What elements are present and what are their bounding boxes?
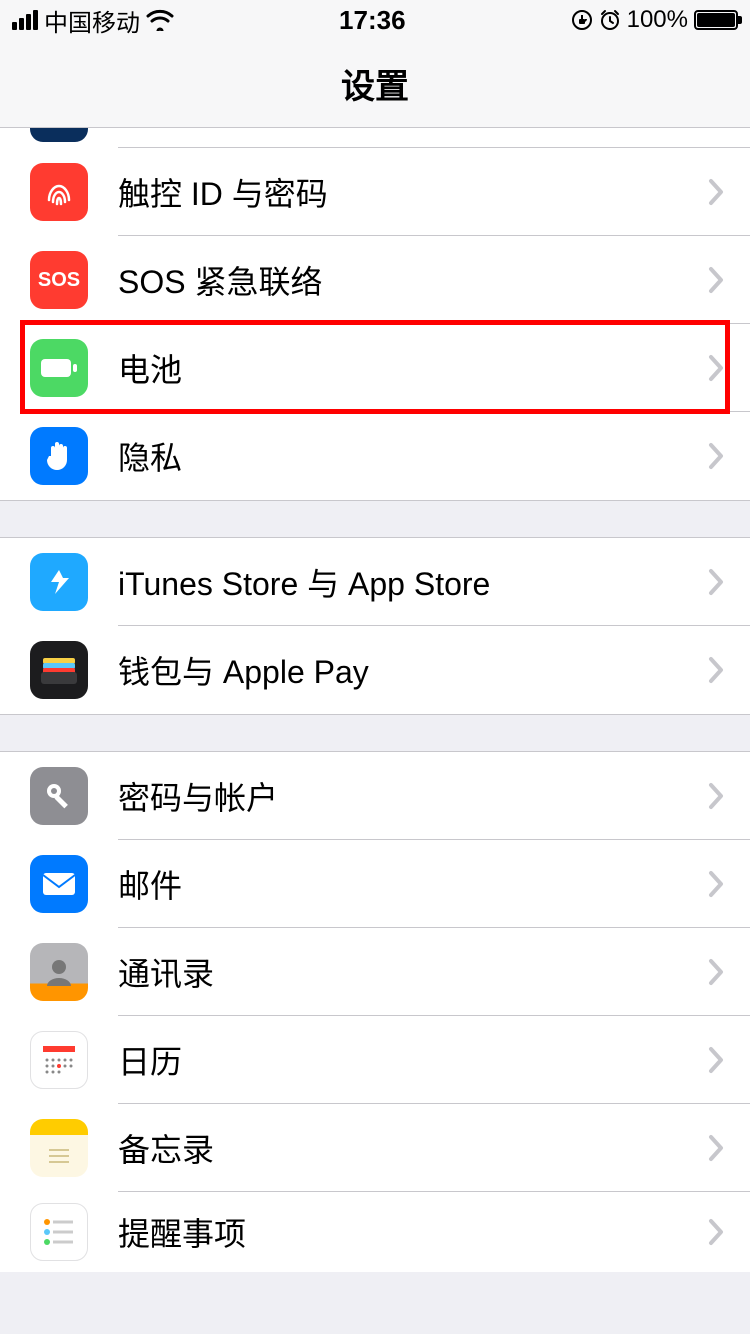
- row-notes[interactable]: 备忘录: [0, 1104, 750, 1192]
- carrier-label: 中国移动: [44, 3, 140, 38]
- chevron-right-icon: [708, 656, 724, 684]
- row-privacy[interactable]: 隐私: [0, 412, 750, 500]
- row-label: 邮件: [118, 861, 708, 907]
- row-label: 触控 ID 与密码: [118, 169, 708, 215]
- chevron-right-icon: [708, 442, 724, 470]
- chevron-right-icon: [708, 870, 724, 898]
- status-bar: 中国移动 17:36 100%: [0, 0, 750, 40]
- chevron-right-icon: [708, 266, 724, 294]
- chevron-right-icon: [708, 1046, 724, 1074]
- contacts-icon: [30, 943, 88, 1001]
- row-passwords[interactable]: 密码与帐户: [0, 752, 750, 840]
- row-label: 钱包与 Apple Pay: [118, 647, 708, 693]
- battery-icon: [694, 10, 738, 30]
- status-left: 中国移动: [12, 3, 174, 38]
- row-reminders[interactable]: 提醒事项: [0, 1192, 750, 1272]
- settings-group-3: 密码与帐户 邮件 通讯录 日历: [0, 751, 750, 1272]
- reminders-icon: [30, 1203, 88, 1261]
- rotation-lock-icon: [571, 9, 593, 31]
- battery-icon: [30, 339, 88, 397]
- row-label: SOS 紧急联络: [118, 257, 708, 303]
- notes-icon: [30, 1119, 88, 1177]
- row-label: 电池: [118, 345, 708, 391]
- calendar-icon: [30, 1031, 88, 1089]
- row-label: 提醒事项: [118, 1209, 708, 1255]
- page-title: 设置: [341, 59, 409, 108]
- row-touchid[interactable]: 触控 ID 与密码: [0, 148, 750, 236]
- row-label: 日历: [118, 1037, 708, 1083]
- status-time: 17:36: [339, 5, 406, 36]
- settings-group-2: iTunes Store 与 App Store 钱包与 Apple Pay: [0, 537, 750, 715]
- row-sos[interactable]: SOS SOS 紧急联络: [0, 236, 750, 324]
- fingerprint-icon: [30, 163, 88, 221]
- chevron-right-icon: [708, 1134, 724, 1162]
- battery-percent: 100%: [627, 6, 688, 34]
- appstore-icon: [30, 553, 88, 611]
- chevron-right-icon: [708, 1218, 724, 1246]
- chevron-right-icon: [708, 568, 724, 596]
- row-label: 备忘录: [118, 1125, 708, 1171]
- hand-icon: [30, 427, 88, 485]
- chevron-right-icon: [708, 354, 724, 382]
- row-wallet[interactable]: 钱包与 Apple Pay: [0, 626, 750, 714]
- chevron-right-icon: [708, 782, 724, 810]
- row-battery[interactable]: 电池: [0, 324, 750, 412]
- row-appstore[interactable]: iTunes Store 与 App Store: [0, 538, 750, 626]
- mail-icon: [30, 855, 88, 913]
- settings-group-1: 触控 ID 与密码 SOS SOS 紧急联络 电池 隐私: [0, 128, 750, 501]
- wifi-icon: [146, 9, 174, 31]
- wallet-icon: [30, 641, 88, 699]
- row-contacts[interactable]: 通讯录: [0, 928, 750, 1016]
- sos-icon: SOS: [30, 251, 88, 309]
- row-label: 通讯录: [118, 949, 708, 995]
- chevron-right-icon: [708, 958, 724, 986]
- nav-bar: 设置: [0, 40, 750, 128]
- key-icon: [30, 767, 88, 825]
- row-mail[interactable]: 邮件: [0, 840, 750, 928]
- partial-row-top: [0, 128, 750, 148]
- row-label: iTunes Store 与 App Store: [118, 559, 708, 605]
- settings-content[interactable]: 触控 ID 与密码 SOS SOS 紧急联络 电池 隐私: [0, 128, 750, 1272]
- signal-icon: [12, 10, 38, 30]
- row-calendar[interactable]: 日历: [0, 1016, 750, 1104]
- status-right: 100%: [571, 6, 738, 34]
- alarm-icon: [599, 9, 621, 31]
- chevron-right-icon: [708, 178, 724, 206]
- row-label: 隐私: [118, 433, 708, 479]
- row-label: 密码与帐户: [118, 773, 708, 819]
